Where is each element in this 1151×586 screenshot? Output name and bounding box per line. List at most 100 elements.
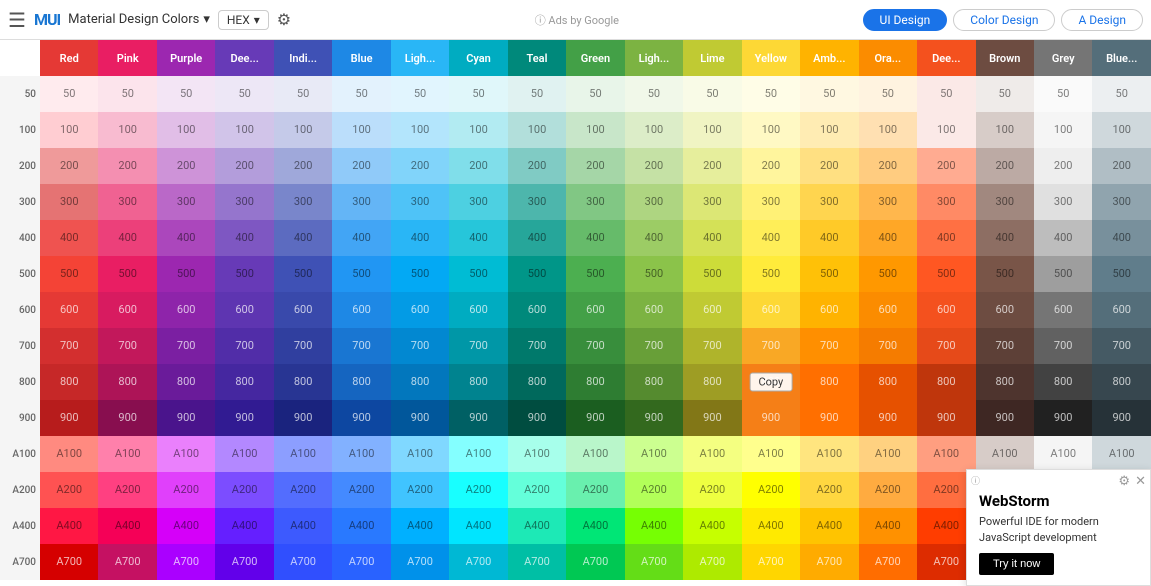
color-cell[interactable]: 600: [683, 292, 741, 328]
color-cell[interactable]: 50: [625, 76, 683, 112]
color-cell[interactable]: 500: [391, 256, 449, 292]
color-cell[interactable]: A700: [157, 544, 215, 580]
color-cell[interactable]: 100: [215, 112, 273, 148]
color-cell[interactable]: A700: [215, 544, 273, 580]
color-cell[interactable]: 700: [976, 328, 1034, 364]
color-cell[interactable]: 200: [332, 148, 390, 184]
color-cell[interactable]: A200: [274, 472, 332, 508]
color-cell[interactable]: 700: [1092, 328, 1151, 364]
color-cell[interactable]: 50: [274, 76, 332, 112]
color-cell[interactable]: 500: [215, 256, 273, 292]
ad-settings-icon[interactable]: ⚙: [1118, 474, 1130, 489]
format-dropdown[interactable]: HEX ▾: [218, 10, 269, 30]
color-cell[interactable]: 700: [157, 328, 215, 364]
color-cell[interactable]: A400: [98, 508, 156, 544]
color-cell[interactable]: A700: [800, 544, 858, 580]
color-cell[interactable]: 500: [449, 256, 507, 292]
color-cell[interactable]: 300: [332, 184, 390, 220]
color-cell[interactable]: 600: [917, 292, 975, 328]
color-cell[interactable]: 500: [332, 256, 390, 292]
color-cell[interactable]: 100: [1092, 112, 1151, 148]
color-cell[interactable]: A100: [917, 436, 975, 472]
color-cell[interactable]: 400: [391, 220, 449, 256]
color-cell[interactable]: A200: [800, 472, 858, 508]
color-cell[interactable]: 50: [800, 76, 858, 112]
color-cell[interactable]: A100: [40, 436, 98, 472]
color-cell[interactable]: A400: [274, 508, 332, 544]
color-cell[interactable]: A200: [508, 472, 566, 508]
color-cell[interactable]: A100: [859, 436, 917, 472]
color-cell[interactable]: A700: [859, 544, 917, 580]
color-cell[interactable]: 500: [1034, 256, 1092, 292]
color-cell[interactable]: 400: [976, 220, 1034, 256]
color-cell[interactable]: 900: [274, 400, 332, 436]
color-cell[interactable]: A700: [391, 544, 449, 580]
color-cell[interactable]: 900: [391, 400, 449, 436]
color-cell[interactable]: A400: [800, 508, 858, 544]
color-cell[interactable]: A100: [157, 436, 215, 472]
color-cell[interactable]: A100: [449, 436, 507, 472]
color-cell[interactable]: A400: [859, 508, 917, 544]
color-cell[interactable]: 100: [274, 112, 332, 148]
color-cell[interactable]: A200: [742, 472, 800, 508]
color-cell[interactable]: 300: [859, 184, 917, 220]
color-cell[interactable]: 200: [917, 148, 975, 184]
color-cell[interactable]: A700: [566, 544, 624, 580]
color-cell[interactable]: A700: [742, 544, 800, 580]
color-cell[interactable]: 800: [859, 364, 917, 400]
color-cell[interactable]: 700: [332, 328, 390, 364]
color-cell[interactable]: 300: [566, 184, 624, 220]
color-cell[interactable]: A200: [215, 472, 273, 508]
color-cell[interactable]: 700: [625, 328, 683, 364]
color-cell[interactable]: 800: [683, 364, 741, 400]
color-cell[interactable]: 300: [40, 184, 98, 220]
color-cell[interactable]: 800: [1034, 364, 1092, 400]
color-cell[interactable]: 700: [800, 328, 858, 364]
color-cell[interactable]: 200: [157, 148, 215, 184]
color-cell[interactable]: 400: [625, 220, 683, 256]
color-cell[interactable]: 50: [449, 76, 507, 112]
color-cell[interactable]: A700: [625, 544, 683, 580]
color-cell[interactable]: A100: [98, 436, 156, 472]
color-cell[interactable]: 100: [40, 112, 98, 148]
color-cell[interactable]: 200: [449, 148, 507, 184]
color-cell[interactable]: 300: [917, 184, 975, 220]
color-cell[interactable]: A100: [391, 436, 449, 472]
color-cell[interactable]: 100: [683, 112, 741, 148]
color-cell[interactable]: 300: [98, 184, 156, 220]
color-cell[interactable]: A200: [157, 472, 215, 508]
color-cell[interactable]: A200: [449, 472, 507, 508]
color-cell[interactable]: 500: [917, 256, 975, 292]
color-cell[interactable]: 50: [1092, 76, 1151, 112]
color-cell[interactable]: 300: [508, 184, 566, 220]
color-cell[interactable]: 200: [566, 148, 624, 184]
color-cell[interactable]: 100: [976, 112, 1034, 148]
color-cell[interactable]: 400: [98, 220, 156, 256]
color-cell[interactable]: A700: [449, 544, 507, 580]
color-cell[interactable]: 300: [683, 184, 741, 220]
color-cell[interactable]: A200: [98, 472, 156, 508]
color-cell[interactable]: 800: [274, 364, 332, 400]
color-cell[interactable]: A700: [40, 544, 98, 580]
color-cell[interactable]: 800: [40, 364, 98, 400]
color-cell[interactable]: A400: [215, 508, 273, 544]
color-cell[interactable]: 400: [742, 220, 800, 256]
color-cell[interactable]: 200: [800, 148, 858, 184]
color-cell[interactable]: 100: [859, 112, 917, 148]
color-cell[interactable]: 500: [625, 256, 683, 292]
color-cell[interactable]: 300: [742, 184, 800, 220]
color-cell[interactable]: 900: [40, 400, 98, 436]
color-cell[interactable]: 200: [625, 148, 683, 184]
color-cell[interactable]: 800: [566, 364, 624, 400]
color-cell[interactable]: 900: [1034, 400, 1092, 436]
color-cell[interactable]: 50: [157, 76, 215, 112]
color-cell[interactable]: 900: [566, 400, 624, 436]
color-cell[interactable]: A100: [215, 436, 273, 472]
color-cell[interactable]: 50: [917, 76, 975, 112]
color-cell[interactable]: 50: [332, 76, 390, 112]
color-cell[interactable]: 700: [40, 328, 98, 364]
color-cell[interactable]: 700: [274, 328, 332, 364]
color-cell[interactable]: 50: [391, 76, 449, 112]
color-cell[interactable]: 400: [274, 220, 332, 256]
color-cell[interactable]: 600: [508, 292, 566, 328]
